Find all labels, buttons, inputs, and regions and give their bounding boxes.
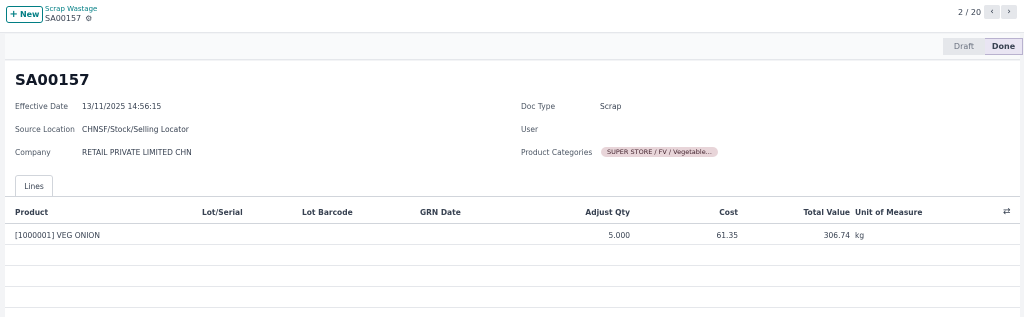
col-lot-barcode[interactable]: Lot Barcode: [302, 208, 353, 217]
chevron-right-icon: ›: [1007, 7, 1011, 17]
table-row-empty: [5, 266, 1020, 287]
col-lot-serial[interactable]: Lot/Serial: [202, 208, 243, 217]
table-row-empty: [5, 245, 1020, 266]
pager-previous-button[interactable]: ‹: [984, 5, 1000, 19]
col-total-value[interactable]: Total Value: [775, 208, 850, 217]
tab-divider: [5, 196, 1020, 197]
product-category-tag[interactable]: SUPER STORE / FV / Vegetable...: [601, 147, 718, 157]
cell-total-value: 306.74: [823, 231, 850, 240]
control-panel: + New Scrap Wastage SA00157 ⚙ 2 / 20 ‹ ›: [0, 0, 1024, 33]
company-label: Company: [15, 148, 51, 157]
breadcrumb-current: SA00157 ⚙: [45, 14, 92, 23]
table-row[interactable]: [1000001] VEG ONION 5.000 61.35 306.74 k…: [5, 224, 1020, 245]
doc-type-field[interactable]: Scrap: [600, 102, 621, 111]
new-button[interactable]: + New: [6, 6, 43, 23]
source-location-label: Source Location: [15, 125, 75, 134]
doc-type-label: Doc Type: [521, 102, 556, 111]
gear-icon[interactable]: ⚙: [85, 14, 92, 23]
form-sheet: SA00157 Effective Date 13/11/2025 14:56:…: [5, 61, 1020, 317]
company-field[interactable]: RETAIL PRIVATE LIMITED CHN: [82, 148, 192, 157]
cell-cost: 61.35: [716, 231, 738, 240]
col-adjust-qty[interactable]: Adjust Qty: [550, 208, 630, 217]
lines-table: Product Lot/Serial Lot Barcode GRN Date …: [5, 201, 1020, 308]
record-name: SA00157: [45, 14, 82, 23]
effective-date-label: Effective Date: [15, 102, 69, 111]
source-location-field[interactable]: CHNSF/Stock/Selling Locator: [82, 125, 189, 134]
col-unit-of-measure[interactable]: Unit of Measure: [855, 208, 922, 217]
effective-date-field[interactable]: 13/11/2025 14:56:15: [82, 102, 161, 111]
col-product[interactable]: Product: [15, 208, 48, 217]
swap-icon[interactable]: ⇄: [1003, 207, 1011, 217]
pager-value[interactable]: 2 / 20: [958, 8, 981, 17]
user-field[interactable]: [600, 125, 720, 135]
breadcrumb-parent[interactable]: Scrap Wastage: [45, 5, 97, 13]
table-header: Product Lot/Serial Lot Barcode GRN Date …: [5, 201, 1020, 224]
cell-adjust-qty: 5.000: [608, 231, 630, 240]
product-categories-label: Product Categories: [521, 148, 593, 157]
statusbar: Draft Done: [5, 34, 1023, 60]
stage-draft[interactable]: Draft: [943, 38, 991, 55]
table-row-empty: [5, 287, 1020, 308]
page-title: SA00157: [15, 71, 90, 89]
chevron-left-icon: ‹: [990, 7, 994, 17]
user-label: User: [521, 125, 539, 134]
new-button-label: New: [19, 10, 40, 19]
cell-product: [1000001] VEG ONION: [15, 231, 100, 240]
plus-icon: +: [9, 8, 18, 20]
stage-done[interactable]: Done: [985, 38, 1023, 55]
col-cost[interactable]: Cost: [670, 208, 738, 217]
tab-lines[interactable]: Lines: [15, 175, 53, 197]
pager-next-button[interactable]: ›: [1001, 5, 1017, 19]
cell-unit-of-measure: kg: [855, 231, 865, 240]
col-grn-date[interactable]: GRN Date: [420, 208, 461, 217]
